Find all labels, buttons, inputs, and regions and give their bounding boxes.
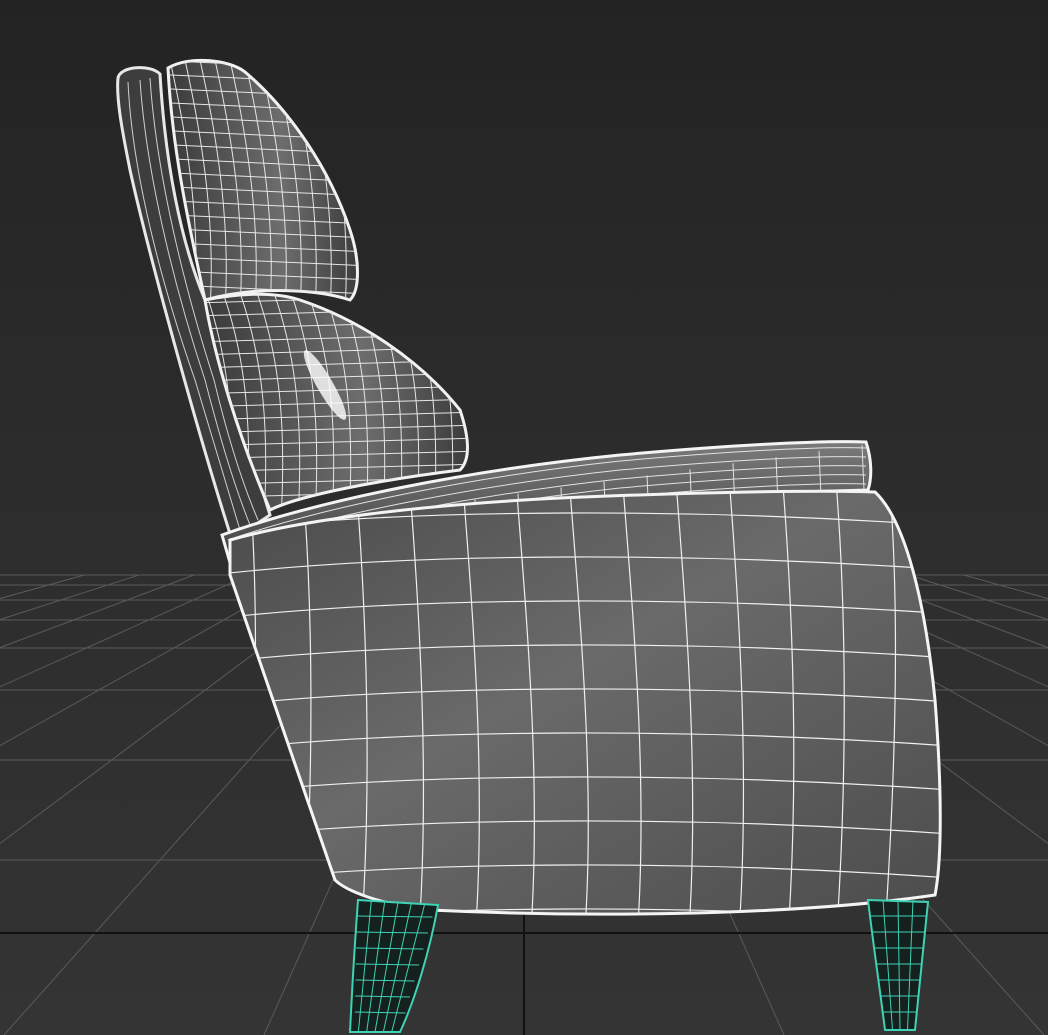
grid-line — [963, 574, 1048, 600]
viewport-canvas[interactable] — [0, 0, 1048, 1035]
grid-line — [0, 574, 85, 600]
grid-line — [0, 574, 250, 688]
grid-line — [0, 574, 195, 649]
chair-body[interactable] — [220, 489, 950, 930]
3d-viewport[interactable] — [0, 0, 1048, 1035]
front-leg[interactable] — [348, 898, 440, 1033]
grid-line — [0, 574, 140, 621]
back-leg[interactable] — [866, 898, 930, 1031]
